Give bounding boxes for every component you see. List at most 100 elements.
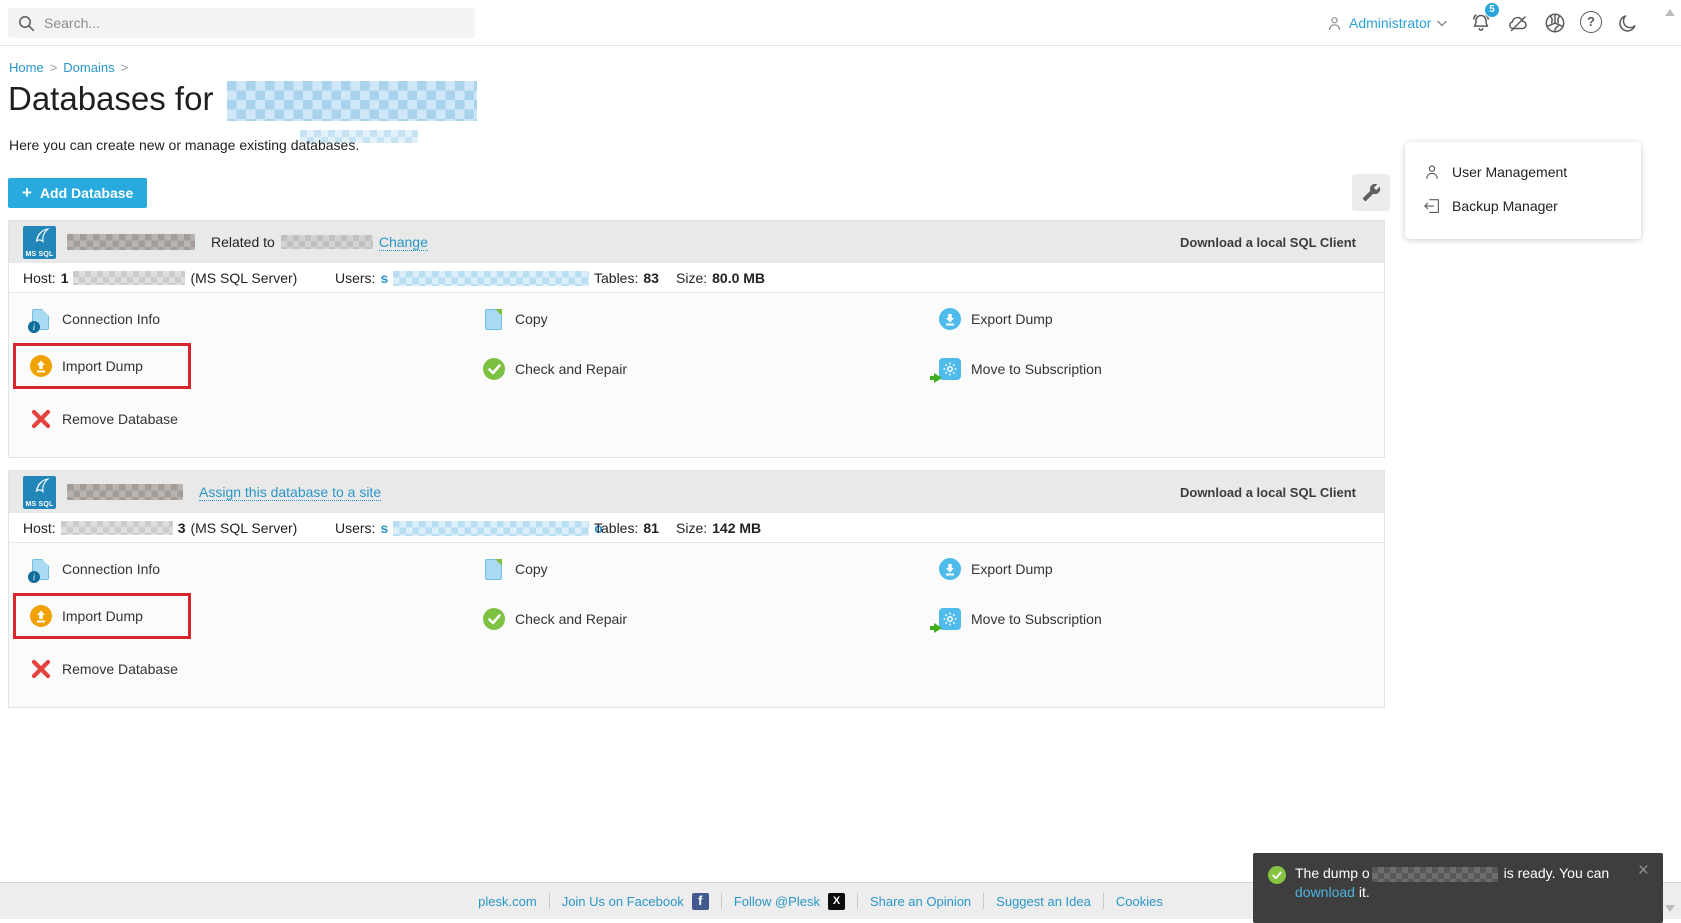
- facebook-icon: f: [691, 892, 709, 910]
- footer-link-cookies[interactable]: Cookies: [1104, 893, 1175, 909]
- footer-link-x[interactable]: Follow @Plesk X: [722, 892, 858, 910]
- add-database-button[interactable]: + Add Database: [8, 178, 148, 208]
- database-info-row: Host: 3 (MS SQL Server) Users: s o Tables: 81…: [9, 513, 1384, 543]
- database-info-row: Host: 1 (MS SQL Server) Users: s Tables: 83 …: [9, 263, 1384, 293]
- export-dump-action[interactable]: Export Dump: [939, 556, 1102, 582]
- page-subtitle: Here you can create new or manage existi…: [9, 137, 360, 153]
- blurred-database-name: [67, 234, 195, 250]
- database-card: MS SQL Assign this database to a site Do…: [8, 470, 1385, 708]
- dark-mode-button[interactable]: [1616, 11, 1640, 35]
- blurred-domain-name: [227, 81, 478, 122]
- backup-manager-link[interactable]: Backup Manager: [1405, 189, 1641, 223]
- chevron-down-icon: [1437, 20, 1448, 26]
- tools-button[interactable]: [1352, 174, 1390, 211]
- check-repair-action[interactable]: Check and Repair: [483, 606, 627, 632]
- export-dump-action[interactable]: Export Dump: [939, 306, 1102, 332]
- import-dump-highlight: Import Dump: [13, 593, 191, 639]
- connection-info-action[interactable]: i Connection Info: [28, 556, 191, 583]
- search-icon: [19, 15, 35, 31]
- footer-link-opinion[interactable]: Share an Opinion: [858, 893, 985, 909]
- backup-icon: [1424, 199, 1439, 213]
- user-menu[interactable]: Administrator: [1326, 11, 1448, 35]
- breadcrumb-domains[interactable]: Domains: [63, 60, 114, 75]
- scroll-up-arrow[interactable]: [1665, 9, 1675, 16]
- close-icon[interactable]: ×: [1638, 861, 1649, 880]
- relation-info: Related to Change: [211, 233, 428, 251]
- move-subscription-action[interactable]: Move to Subscription: [930, 606, 1102, 633]
- notification-badge: 5: [1484, 2, 1500, 18]
- check-repair-action[interactable]: Check and Repair: [483, 356, 627, 382]
- help-button[interactable]: ?: [1580, 11, 1604, 35]
- blurred-dump-name: [1371, 866, 1498, 882]
- footer-link-facebook[interactable]: Join Us on Facebook f: [550, 892, 722, 910]
- user-label: Administrator: [1349, 15, 1432, 31]
- database-actions: i Connection Info Import Dump Remove Dat…: [9, 543, 1384, 708]
- assign-database-link[interactable]: Assign this database to a site: [199, 484, 382, 501]
- cloud-icon: [1509, 16, 1527, 32]
- copy-icon: [485, 308, 502, 330]
- connection-info-icon: i: [28, 558, 49, 583]
- dump-ready-toast: The dump o is ready. You can download it…: [1253, 853, 1663, 923]
- move-subscription-action[interactable]: Move to Subscription: [930, 356, 1102, 383]
- moon-icon: [1619, 15, 1636, 32]
- move-subscription-icon: [930, 608, 961, 633]
- remove-database-action[interactable]: Remove Database: [30, 406, 191, 432]
- page-title: Databases for: [8, 80, 478, 122]
- blurred-host: [60, 521, 173, 535]
- blurred-host: [73, 271, 186, 285]
- blurred-users: [393, 270, 590, 286]
- import-dump-action[interactable]: Import Dump: [30, 353, 143, 379]
- quick-links-panel: User Management Backup Manager: [1405, 142, 1641, 239]
- x-twitter-icon: X: [827, 892, 845, 910]
- check-repair-icon: [483, 358, 505, 380]
- user-management-link[interactable]: User Management: [1405, 155, 1641, 189]
- database-card-header: MS SQL Assign this database to a site Do…: [9, 471, 1384, 513]
- copy-icon: [485, 558, 502, 580]
- copy-action[interactable]: Copy: [483, 306, 627, 332]
- remove-database-icon: [31, 659, 51, 679]
- move-subscription-icon: [930, 358, 961, 383]
- blurred-database-name: [67, 484, 183, 500]
- download-link[interactable]: download: [1295, 884, 1355, 900]
- plus-icon: +: [22, 182, 32, 202]
- footer-link-plesk[interactable]: plesk.com: [466, 893, 550, 909]
- footer-link-idea[interactable]: Suggest an Idea: [984, 893, 1104, 909]
- check-repair-icon: [483, 608, 505, 630]
- cloud-status-button[interactable]: [1506, 11, 1530, 35]
- database-actions: i Connection Info Import Dump Remove Dat…: [9, 293, 1384, 458]
- remove-database-action[interactable]: Remove Database: [30, 656, 191, 682]
- remove-database-icon: [31, 409, 51, 429]
- breadcrumb: Home > Domains >: [9, 60, 129, 75]
- copy-action[interactable]: Copy: [483, 556, 627, 582]
- export-dump-icon: [939, 558, 961, 580]
- import-dump-action[interactable]: Import Dump: [30, 603, 143, 629]
- database-card-header: MS SQL Related to Change Download a loca…: [9, 221, 1384, 263]
- import-dump-icon: [30, 605, 52, 627]
- blurred-users: [393, 520, 590, 536]
- connection-info-icon: i: [28, 308, 49, 333]
- breadcrumb-home[interactable]: Home: [9, 60, 44, 75]
- connection-info-action[interactable]: i Connection Info: [28, 306, 191, 333]
- ball-menu-button[interactable]: [1543, 11, 1567, 35]
- person-icon: [1426, 165, 1438, 179]
- blurred-related-site: [280, 235, 373, 249]
- topbar: Administrator 5 ?: [0, 0, 1681, 46]
- export-dump-icon: [939, 308, 961, 330]
- mssql-icon: MS SQL: [23, 475, 56, 509]
- search-box[interactable]: [8, 8, 475, 38]
- question-icon: ?: [1580, 11, 1602, 33]
- wrench-icon: [1362, 183, 1380, 202]
- ball-icon: [1545, 13, 1565, 33]
- download-sql-client-button[interactable]: Download a local SQL Client: [1180, 235, 1356, 250]
- import-dump-highlight: Import Dump: [13, 343, 191, 389]
- search-input[interactable]: [44, 15, 465, 31]
- change-link[interactable]: Change: [378, 234, 428, 251]
- relation-info: Assign this database to a site: [199, 484, 382, 501]
- database-card: MS SQL Related to Change Download a loca…: [8, 220, 1385, 458]
- toast-message: The dump o is ready. You can download it…: [1295, 865, 1610, 900]
- mssql-icon: MS SQL: [23, 225, 56, 259]
- scroll-down-arrow[interactable]: [1665, 905, 1675, 912]
- download-sql-client-button[interactable]: Download a local SQL Client: [1180, 485, 1356, 500]
- success-check-icon: [1268, 866, 1286, 884]
- user-icon: [1329, 16, 1340, 30]
